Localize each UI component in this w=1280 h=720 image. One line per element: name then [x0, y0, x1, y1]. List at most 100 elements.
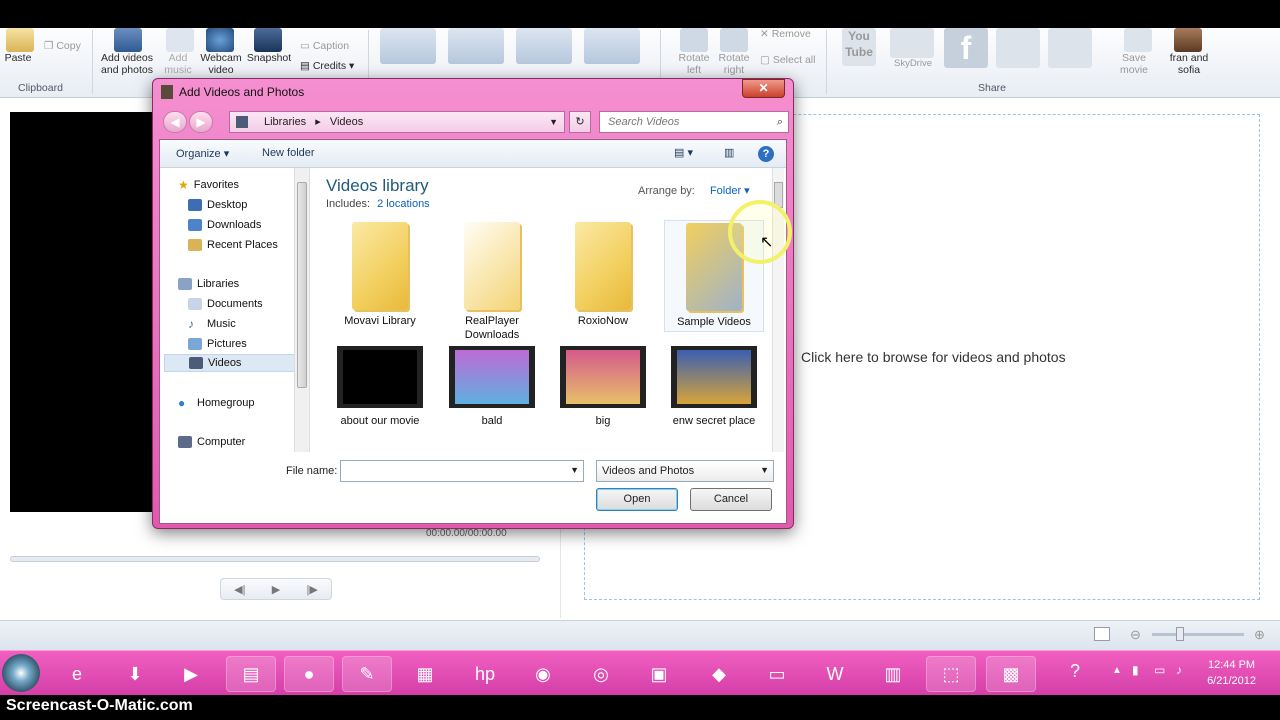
theme-thumb-4[interactable]	[584, 28, 640, 64]
facebook-icon[interactable]: f	[944, 28, 988, 68]
skydrive-icon[interactable]	[890, 28, 934, 58]
nav-homegroup[interactable]: ● Homegroup	[178, 394, 254, 412]
video-item[interactable]: bald	[442, 346, 542, 428]
nav-videos[interactable]: Videos	[164, 354, 296, 372]
volume-icon[interactable]: ♪	[1176, 663, 1182, 677]
office-icon[interactable]: ▣	[634, 656, 684, 692]
seek-bar[interactable]	[10, 556, 540, 562]
excel-icon[interactable]: ▦	[400, 656, 450, 692]
zoom-slider-thumb[interactable]	[1176, 627, 1184, 641]
file-type-select[interactable]: Videos and Photos ▼	[596, 460, 774, 482]
screencast-icon[interactable]: ◉	[518, 656, 568, 692]
close-button[interactable]: ✕	[742, 79, 785, 98]
folder-item[interactable]: RoxioNow	[553, 222, 653, 328]
add-music-button[interactable]: Add music	[160, 52, 196, 76]
breadcrumb-libraries[interactable]: Libraries	[264, 116, 306, 128]
hp-icon[interactable]: hp	[460, 656, 510, 692]
snapshot-button[interactable]: Snapshot	[246, 52, 292, 64]
word-icon[interactable]: W	[810, 656, 860, 692]
help-icon[interactable]: ?	[758, 146, 774, 162]
navigation-scrollbar[interactable]	[294, 168, 309, 452]
help-icon[interactable]: ?	[1070, 661, 1080, 682]
nav-pictures[interactable]: Pictures	[188, 335, 247, 353]
nav-libraries[interactable]: Libraries	[178, 275, 239, 293]
paste-button[interactable]: Paste	[2, 52, 34, 64]
theme-thumb-2[interactable]	[448, 28, 504, 64]
search-input[interactable]: Search Videos ⌕	[599, 111, 789, 133]
tray-arrow-icon[interactable]: ▲	[1112, 665, 1122, 676]
globe-icon[interactable]: ●	[284, 656, 334, 692]
rotate-right-button[interactable]: Rotate right	[712, 52, 756, 76]
user-name-label[interactable]: fran and sofia	[1162, 52, 1216, 76]
theme-thumb-3[interactable]	[516, 28, 572, 64]
cancel-button[interactable]: Cancel	[690, 488, 772, 511]
sticky-notes-icon[interactable]: ▭	[752, 656, 802, 692]
media-player-icon[interactable]: ▶	[166, 656, 216, 692]
play-icon[interactable]: ▶	[272, 583, 280, 596]
zoom-slider[interactable]	[1152, 633, 1244, 636]
arrange-by-dropdown[interactable]: Folder ▾	[710, 185, 750, 197]
navigation-scroll-thumb[interactable]	[297, 182, 307, 388]
folder-item[interactable]: RealPlayer Downloads	[442, 222, 542, 342]
caption-button[interactable]: ▭ Caption	[300, 40, 349, 52]
eraser-icon[interactable]: ◆	[694, 656, 744, 692]
nav-downloads[interactable]: Downloads	[188, 216, 261, 234]
credits-button[interactable]: ▤ Credits ▾	[300, 60, 354, 72]
address-dropdown-icon[interactable]: ▼	[549, 112, 558, 132]
add-videos-button[interactable]: Add videos and photos	[96, 52, 158, 76]
start-button[interactable]	[2, 654, 40, 692]
network-tray-icon[interactable]: ▮	[1132, 663, 1139, 677]
explorer-icon[interactable]: ▤	[226, 656, 276, 692]
file-name-input[interactable]: ▼	[340, 460, 584, 482]
refresh-button[interactable]: ↻	[569, 111, 591, 133]
paint-icon[interactable]: ✎	[342, 656, 392, 692]
organize-button[interactable]: Organize ▾	[176, 147, 229, 160]
open-button[interactable]: Open	[596, 488, 678, 511]
copy-button[interactable]: ❐ Copy	[44, 40, 81, 52]
breadcrumb-separator[interactable]: ▸	[315, 116, 321, 128]
nav-desktop[interactable]: Desktop	[188, 196, 247, 214]
nav-computer[interactable]: Computer	[178, 433, 245, 451]
new-folder-button[interactable]: New folder	[262, 147, 315, 159]
theme-thumb-1[interactable]	[380, 28, 436, 64]
nav-documents[interactable]: Documents	[188, 295, 263, 313]
webcam-button[interactable]: Webcam video	[198, 52, 244, 76]
folder-item[interactable]: Movavi Library	[330, 222, 430, 328]
save-movie-button[interactable]: Save movie	[1112, 52, 1156, 76]
browse-prompt[interactable]: Click here to browse for videos and phot…	[801, 349, 1066, 365]
nav-music[interactable]: ♪ Music	[188, 315, 236, 333]
next-frame-icon[interactable]: |▶	[307, 583, 318, 596]
file-type-dropdown-icon: ▼	[760, 465, 769, 475]
preview-pane-icon[interactable]: ▥	[724, 146, 734, 159]
movie-maker-icon[interactable]: ▩	[986, 656, 1036, 692]
internet-explorer-icon[interactable]: e	[52, 656, 102, 692]
remove-button[interactable]: ✕ Remove	[760, 28, 811, 40]
battery-icon[interactable]: ▭	[1154, 663, 1165, 677]
network-icon[interactable]: ▥	[868, 656, 918, 692]
chrome-icon[interactable]: ◎	[576, 656, 626, 692]
video-item[interactable]: about our movie	[330, 346, 430, 428]
view-options-icon[interactable]: ▤ ▾	[674, 146, 693, 159]
rotate-left-button[interactable]: Rotate left	[672, 52, 716, 76]
select-all-button[interactable]: ▢ Select all	[760, 54, 815, 66]
video-item[interactable]: big	[553, 346, 653, 428]
zoom-in-icon[interactable]: ⊕	[1254, 627, 1265, 643]
youtube-icon[interactable]: You Tube	[842, 28, 876, 66]
windows-live-groups-icon[interactable]	[996, 28, 1040, 68]
thumbnail-size-icon[interactable]	[1094, 627, 1110, 641]
video-item[interactable]: enw secret place	[664, 346, 764, 428]
nav-recent-places[interactable]: Recent Places	[188, 236, 278, 254]
back-button[interactable]: ◀	[163, 111, 187, 133]
locations-link[interactable]: 2 locations	[377, 198, 430, 210]
download-icon[interactable]: ⬇	[110, 656, 160, 692]
forward-button[interactable]: ▶	[189, 111, 213, 133]
clock[interactable]: 12:44 PM 6/21/2012	[1207, 657, 1256, 689]
address-bar[interactable]: Libraries ▸ Videos ▼	[229, 111, 565, 133]
snipping-icon[interactable]: ⬚	[926, 656, 976, 692]
nav-favorites[interactable]: ★ Favorites	[178, 176, 239, 194]
zoom-out-icon[interactable]: ⊖	[1130, 627, 1141, 643]
flickr-icon[interactable]	[1048, 28, 1092, 68]
file-name-dropdown-icon[interactable]: ▼	[570, 465, 579, 475]
previous-frame-icon[interactable]: ◀|	[234, 583, 245, 596]
breadcrumb-videos[interactable]: Videos	[330, 116, 363, 128]
